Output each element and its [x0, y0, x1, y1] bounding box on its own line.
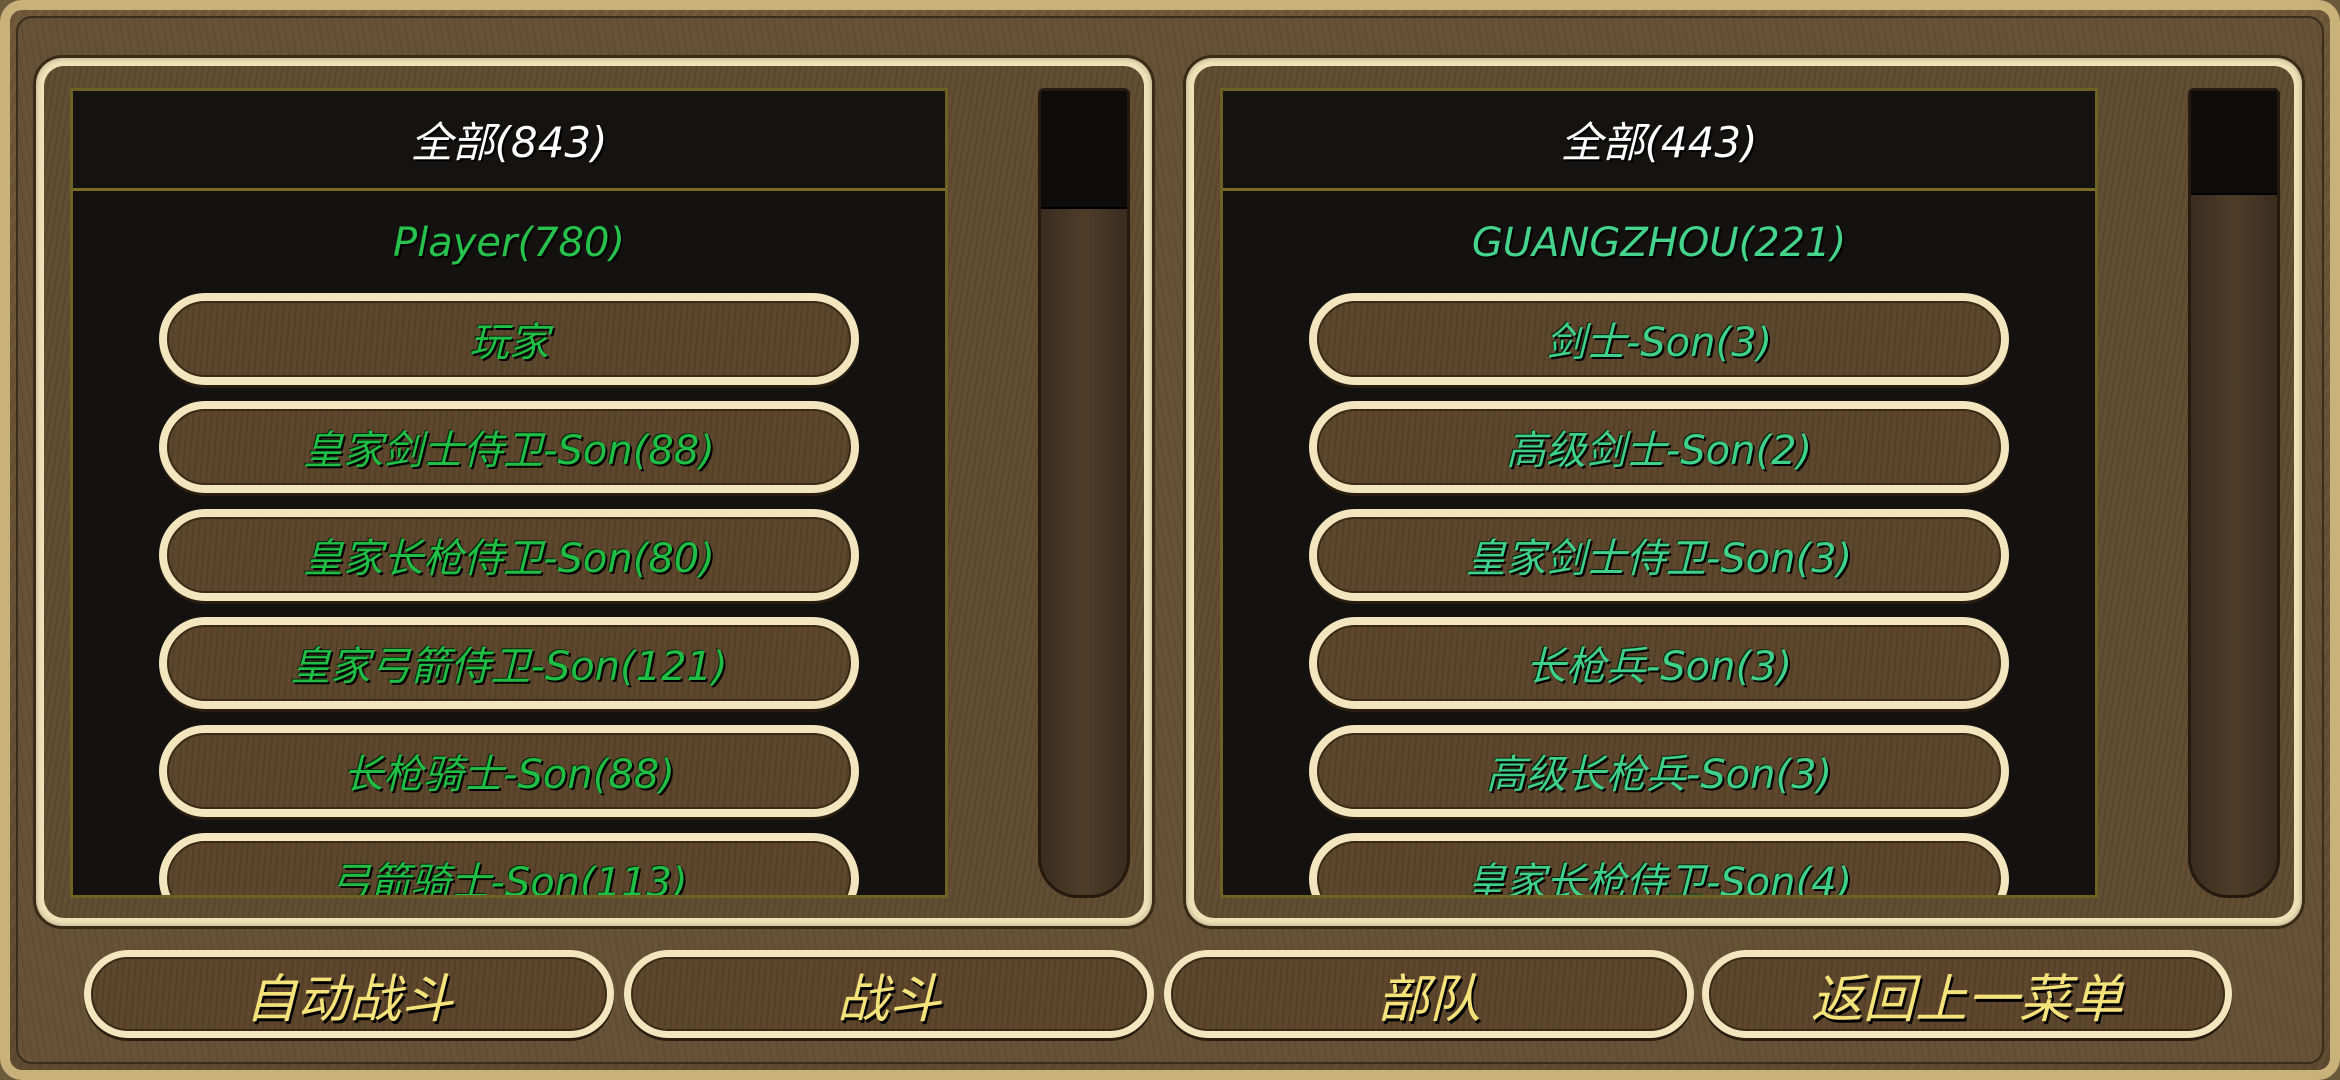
player-group-title[interactable]: Player(780) [73, 203, 945, 283]
battle-button[interactable]: 战斗 [624, 950, 1154, 1038]
player-unit-label: 长枪骑士-Son(88) [167, 733, 851, 809]
player-unit-item[interactable]: 长枪骑士-Son(88) [159, 725, 859, 817]
player-unit-label: 皇家剑士侍卫-Son(88) [167, 409, 851, 485]
enemy-army-panel: 全部(443) GUANGZHOU(221) 剑士-Son(3) 高级剑士-So… [1186, 58, 2302, 926]
player-unit-label: 玩家 [167, 301, 851, 377]
player-unit-item[interactable]: 玩家 [159, 293, 859, 385]
enemy-unit-label: 皇家剑士侍卫-Son(3) [1317, 517, 2001, 593]
enemy-unit-item[interactable]: 剑士-Son(3) [1309, 293, 2009, 385]
battle-label: 战斗 [631, 957, 1147, 1031]
enemy-unit-item[interactable]: 长枪兵-Son(3) [1309, 617, 2009, 709]
auto-battle-label: 自动战斗 [91, 957, 607, 1031]
player-unit-list[interactable]: 全部(843) Player(780) 玩家 皇家剑士侍卫-Son(88) 皇家… [70, 88, 948, 898]
player-unit-item[interactable]: 皇家剑士侍卫-Son(88) [159, 401, 859, 493]
enemy-unit-label: 高级长枪兵-Son(3) [1317, 733, 2001, 809]
troops-button[interactable]: 部队 [1164, 950, 1694, 1038]
player-unit-item[interactable]: 弓箭骑士-Son(113) [159, 833, 859, 895]
enemy-unit-label: 高级剑士-Son(2) [1317, 409, 2001, 485]
enemy-list-scrollbar[interactable] [2188, 88, 2280, 898]
auto-battle-button[interactable]: 自动战斗 [84, 950, 614, 1038]
player-unit-label: 皇家长枪侍卫-Son(80) [167, 517, 851, 593]
player-list-header[interactable]: 全部(843) [73, 91, 945, 191]
back-to-previous-menu-button[interactable]: 返回上一菜单 [1702, 950, 2232, 1038]
enemy-unit-label: 皇家长枪侍卫-Son(4) [1317, 841, 2001, 895]
player-army-panel: 全部(843) Player(780) 玩家 皇家剑士侍卫-Son(88) 皇家… [36, 58, 1152, 926]
player-unit-item[interactable]: 皇家弓箭侍卫-Son(121) [159, 617, 859, 709]
enemy-group-title[interactable]: GUANGZHOU(221) [1223, 203, 2095, 283]
enemy-unit-list[interactable]: 全部(443) GUANGZHOU(221) 剑士-Son(3) 高级剑士-So… [1220, 88, 2098, 898]
enemy-unit-item[interactable]: 皇家长枪侍卫-Son(4) [1309, 833, 2009, 895]
enemy-unit-item[interactable]: 高级剑士-Son(2) [1309, 401, 2009, 493]
player-army-panel-body: 全部(843) Player(780) 玩家 皇家剑士侍卫-Son(88) 皇家… [44, 66, 1144, 918]
player-unit-label: 弓箭骑士-Son(113) [167, 841, 851, 895]
player-list-scrollbar[interactable] [1038, 88, 1130, 898]
back-to-previous-menu-label: 返回上一菜单 [1709, 957, 2225, 1031]
enemy-unit-item[interactable]: 皇家剑士侍卫-Son(3) [1309, 509, 2009, 601]
enemy-list-header[interactable]: 全部(443) [1223, 91, 2095, 191]
enemy-unit-item[interactable]: 高级长枪兵-Son(3) [1309, 725, 2009, 817]
troops-label: 部队 [1171, 957, 1687, 1031]
enemy-list-scroll-thumb[interactable] [2191, 91, 2277, 195]
enemy-unit-label: 剑士-Son(3) [1317, 301, 2001, 377]
player-list-scroll-thumb[interactable] [1041, 91, 1127, 209]
enemy-unit-label: 长枪兵-Son(3) [1317, 625, 2001, 701]
enemy-army-panel-body: 全部(443) GUANGZHOU(221) 剑士-Son(3) 高级剑士-So… [1194, 66, 2294, 918]
player-unit-item[interactable]: 皇家长枪侍卫-Son(80) [159, 509, 859, 601]
player-unit-label: 皇家弓箭侍卫-Son(121) [167, 625, 851, 701]
